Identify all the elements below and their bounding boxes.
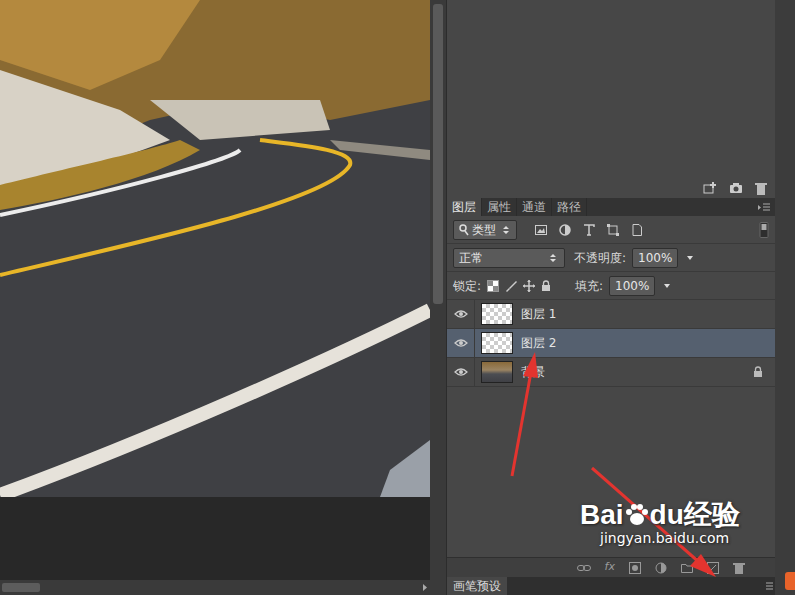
lock-label: 锁定: <box>453 277 481 295</box>
layer-thumbnail <box>481 332 513 354</box>
layers-bottom-bar: fx <box>447 557 775 577</box>
fill-field[interactable]: 100% <box>609 276 655 296</box>
folder-icon[interactable] <box>681 562 693 574</box>
corner-badge <box>785 572 795 590</box>
opacity-field[interactable]: 100% <box>632 248 678 268</box>
lock-position-icon[interactable] <box>523 280 535 292</box>
fill-dropdown-icon[interactable] <box>661 280 673 292</box>
layer-name[interactable]: 背景 <box>521 363 545 381</box>
pixel-filter-icon[interactable] <box>535 224 547 236</box>
opacity-dropdown-icon[interactable] <box>684 252 696 264</box>
canvas-background <box>0 497 430 580</box>
layer-thumbnail <box>481 361 513 383</box>
eye-icon <box>454 309 468 319</box>
visibility-toggle[interactable] <box>447 300 475 328</box>
visibility-toggle[interactable] <box>447 329 475 357</box>
type-filter-icon[interactable] <box>583 224 595 236</box>
blend-row: 正常不透明度: 100% <box>447 244 775 272</box>
mask-icon[interactable] <box>629 562 641 574</box>
layer-row[interactable]: 背景 <box>447 358 775 387</box>
lock-row: 锁定: 填充: 100% <box>447 272 775 300</box>
lock-all-icon[interactable] <box>541 280 551 292</box>
filter-row: 类型 <box>447 216 775 244</box>
horizontal-scrollbar[interactable] <box>0 580 430 595</box>
dropdown-arrow-icon <box>499 224 511 236</box>
baidu-watermark: Baidu经验jingyan.baidu.com <box>580 500 740 546</box>
panel-tab[interactable]: 属性 <box>482 198 517 216</box>
paw-icon <box>624 502 650 528</box>
camera-icon[interactable] <box>729 182 743 194</box>
search-icon <box>459 224 469 236</box>
visibility-toggle[interactable] <box>447 358 475 386</box>
opacity-label: 不透明度: <box>574 249 626 267</box>
lock-transparent-icon[interactable] <box>487 280 499 292</box>
layer-thumbnail <box>481 303 513 325</box>
panel-menu-icon[interactable] <box>756 198 775 216</box>
side-strip <box>775 0 795 595</box>
eye-icon <box>454 367 468 377</box>
dropdown-arrow-icon <box>547 252 559 264</box>
canvas-area <box>0 0 430 595</box>
lock-icons <box>487 280 551 292</box>
scroll-thumb[interactable] <box>2 583 40 592</box>
brush-panel-bar: 画笔预设 <box>447 577 775 595</box>
link-icon[interactable] <box>577 563 591 573</box>
panel-tabs: 图层属性通道路径 <box>447 198 775 216</box>
fill-label: 填充: <box>575 277 603 295</box>
panel-tab[interactable]: 通道 <box>517 198 552 216</box>
layer-row[interactable]: 图层 1 <box>447 300 775 329</box>
lock-image-icon[interactable] <box>505 280 517 292</box>
brush-preset-tab[interactable]: 画笔预设 <box>447 577 507 595</box>
scroll-right-icon[interactable] <box>420 580 430 595</box>
trash-icon[interactable] <box>755 182 767 195</box>
adjustment-icon[interactable] <box>655 562 667 574</box>
filter-toggle-icon[interactable] <box>759 222 769 238</box>
layer-name[interactable]: 图层 1 <box>521 305 556 323</box>
shape-filter-icon[interactable] <box>607 224 619 236</box>
lock-icon <box>753 366 763 378</box>
layer-name[interactable]: 图层 2 <box>521 334 556 352</box>
filter-icons <box>535 224 643 236</box>
fx-button[interactable]: fx <box>605 559 615 576</box>
new-item-icon[interactable] <box>703 182 717 194</box>
eye-icon <box>454 338 468 348</box>
panel-tab[interactable]: 图层 <box>447 198 482 216</box>
layer-lock <box>753 366 763 378</box>
layer-row[interactable]: 图层 2 <box>447 329 775 358</box>
delete-icon[interactable] <box>733 562 745 574</box>
smart-object-filter-icon[interactable] <box>631 224 643 236</box>
panel-menu-icon[interactable] <box>759 577 775 595</box>
panel-tab[interactable]: 路径 <box>552 198 587 216</box>
scroll-thumb[interactable] <box>433 4 443 304</box>
road-photo <box>0 0 430 497</box>
vertical-scrollbar[interactable] <box>430 0 446 595</box>
new-layer-icon[interactable] <box>707 562 719 574</box>
blend-mode-dropdown[interactable]: 正常 <box>453 248 565 268</box>
panel-toolbar <box>447 178 775 198</box>
filter-dropdown[interactable]: 类型 <box>453 220 517 240</box>
upper-panel <box>447 0 775 178</box>
photoshop-window: 图层属性通道路径类型正常不透明度: 100% 锁定: 填充: 100% 图层 1 图层 2 背… <box>0 0 795 595</box>
adjustment-filter-icon[interactable] <box>559 224 571 236</box>
